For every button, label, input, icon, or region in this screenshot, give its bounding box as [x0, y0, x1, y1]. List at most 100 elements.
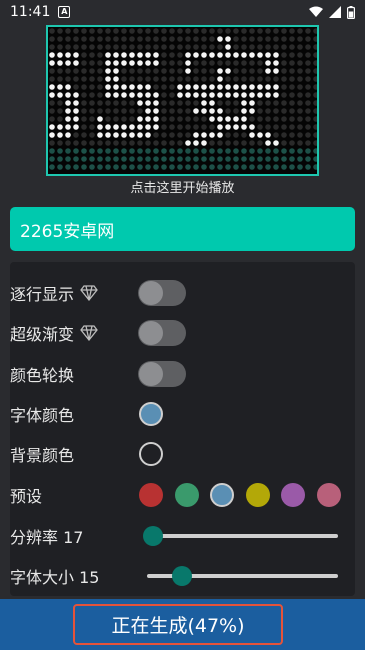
- notification-a-icon: A: [58, 6, 71, 18]
- led-dot: [89, 52, 95, 58]
- led-dot: [305, 132, 311, 138]
- led-dot: [105, 60, 111, 66]
- led-dot: [121, 164, 127, 170]
- led-dot: [73, 60, 79, 66]
- scroll-display-toggle[interactable]: [138, 280, 186, 306]
- led-dot: [201, 108, 207, 114]
- preset-color-swatch[interactable]: [139, 483, 163, 507]
- led-dot: [281, 156, 287, 162]
- super-gradient-toggle[interactable]: [138, 320, 186, 346]
- led-dot: [281, 76, 287, 82]
- led-dot: [121, 28, 127, 34]
- led-dot: [209, 124, 215, 130]
- led-dot: [73, 100, 79, 106]
- led-dot: [193, 76, 199, 82]
- led-dot: [49, 92, 55, 98]
- bg-color-swatch[interactable]: [139, 442, 163, 466]
- led-dot: [105, 108, 111, 114]
- resolution-slider-thumb[interactable]: [143, 526, 163, 546]
- led-dot: [129, 76, 135, 82]
- led-dot: [305, 164, 311, 170]
- preset-color-swatch[interactable]: [174, 483, 199, 507]
- led-dot: [233, 100, 239, 106]
- led-dot: [97, 68, 103, 74]
- row-font-size: 字体大小 15: [10, 556, 355, 596]
- led-dot: [161, 108, 167, 114]
- led-dot: [105, 116, 111, 122]
- led-dot: [249, 52, 255, 58]
- led-dot: [89, 140, 95, 146]
- led-dot: [281, 116, 287, 122]
- led-dot: [265, 132, 271, 138]
- preset-color-swatch[interactable]: [245, 483, 270, 507]
- preset-color-swatch[interactable]: [281, 483, 305, 507]
- led-dot: [225, 92, 231, 98]
- led-dot: [169, 92, 175, 98]
- led-dot: [81, 68, 87, 74]
- resolution-slider-track[interactable]: [147, 534, 338, 538]
- led-preview[interactable]: [46, 25, 319, 176]
- led-dot: [281, 52, 287, 58]
- led-dot: [217, 36, 223, 42]
- led-dot: [129, 92, 135, 98]
- led-dot: [177, 108, 183, 114]
- led-dot: [305, 124, 311, 130]
- led-dot: [305, 60, 311, 66]
- led-dot: [65, 84, 71, 90]
- led-dot: [193, 100, 199, 106]
- led-dot: [161, 164, 167, 170]
- led-dot: [209, 76, 215, 82]
- led-dot: [193, 60, 199, 66]
- led-dot: [89, 28, 95, 34]
- led-dot: [137, 108, 143, 114]
- led-dot: [161, 140, 167, 146]
- led-dot: [249, 36, 255, 42]
- led-dot: [313, 108, 317, 114]
- led-dot: [73, 140, 79, 146]
- led-dot: [81, 156, 87, 162]
- led-dot: [65, 164, 71, 170]
- font-color-label: 字体颜色: [10, 406, 75, 425]
- led-dot: [265, 164, 271, 170]
- led-dot: [89, 36, 95, 42]
- led-dot: [145, 100, 151, 106]
- led-dot: [257, 116, 263, 122]
- led-dot: [113, 84, 119, 90]
- led-dot: [65, 60, 71, 66]
- led-dot: [209, 44, 215, 50]
- led-dot: [297, 108, 303, 114]
- led-dot: [89, 84, 95, 90]
- led-dot: [305, 44, 311, 50]
- led-dot: [137, 52, 143, 58]
- color-rotate-toggle[interactable]: [138, 361, 186, 387]
- generate-progress-button[interactable]: 正在生成(47%): [73, 604, 283, 645]
- led-dot: [81, 132, 87, 138]
- led-dot: [113, 148, 119, 154]
- led-dot: [145, 148, 151, 154]
- preview-caption[interactable]: 点击这里开始播放: [0, 177, 365, 196]
- led-dot: [297, 148, 303, 154]
- led-dot: [145, 92, 151, 98]
- preset-color-swatch[interactable]: [210, 483, 234, 507]
- led-dot: [49, 164, 55, 170]
- led-dot: [273, 44, 279, 50]
- led-dot: [233, 148, 239, 154]
- led-dot: [209, 116, 215, 122]
- led-dot: [265, 148, 271, 154]
- led-dot: [217, 132, 223, 138]
- led-dot: [97, 84, 103, 90]
- led-dot: [105, 148, 111, 154]
- led-dot: [113, 164, 119, 170]
- led-dot: [273, 84, 279, 90]
- led-dot: [57, 68, 63, 74]
- led-dot: [265, 28, 271, 34]
- font-color-swatch[interactable]: [139, 402, 163, 426]
- led-text-input[interactable]: 2265安卓网: [10, 207, 355, 251]
- led-dot: [297, 132, 303, 138]
- led-dot: [129, 164, 135, 170]
- preset-color-swatch[interactable]: [316, 483, 341, 507]
- font-size-slider-thumb[interactable]: [172, 566, 192, 586]
- led-dot: [113, 140, 119, 146]
- led-dot: [129, 132, 135, 138]
- led-dot: [193, 116, 199, 122]
